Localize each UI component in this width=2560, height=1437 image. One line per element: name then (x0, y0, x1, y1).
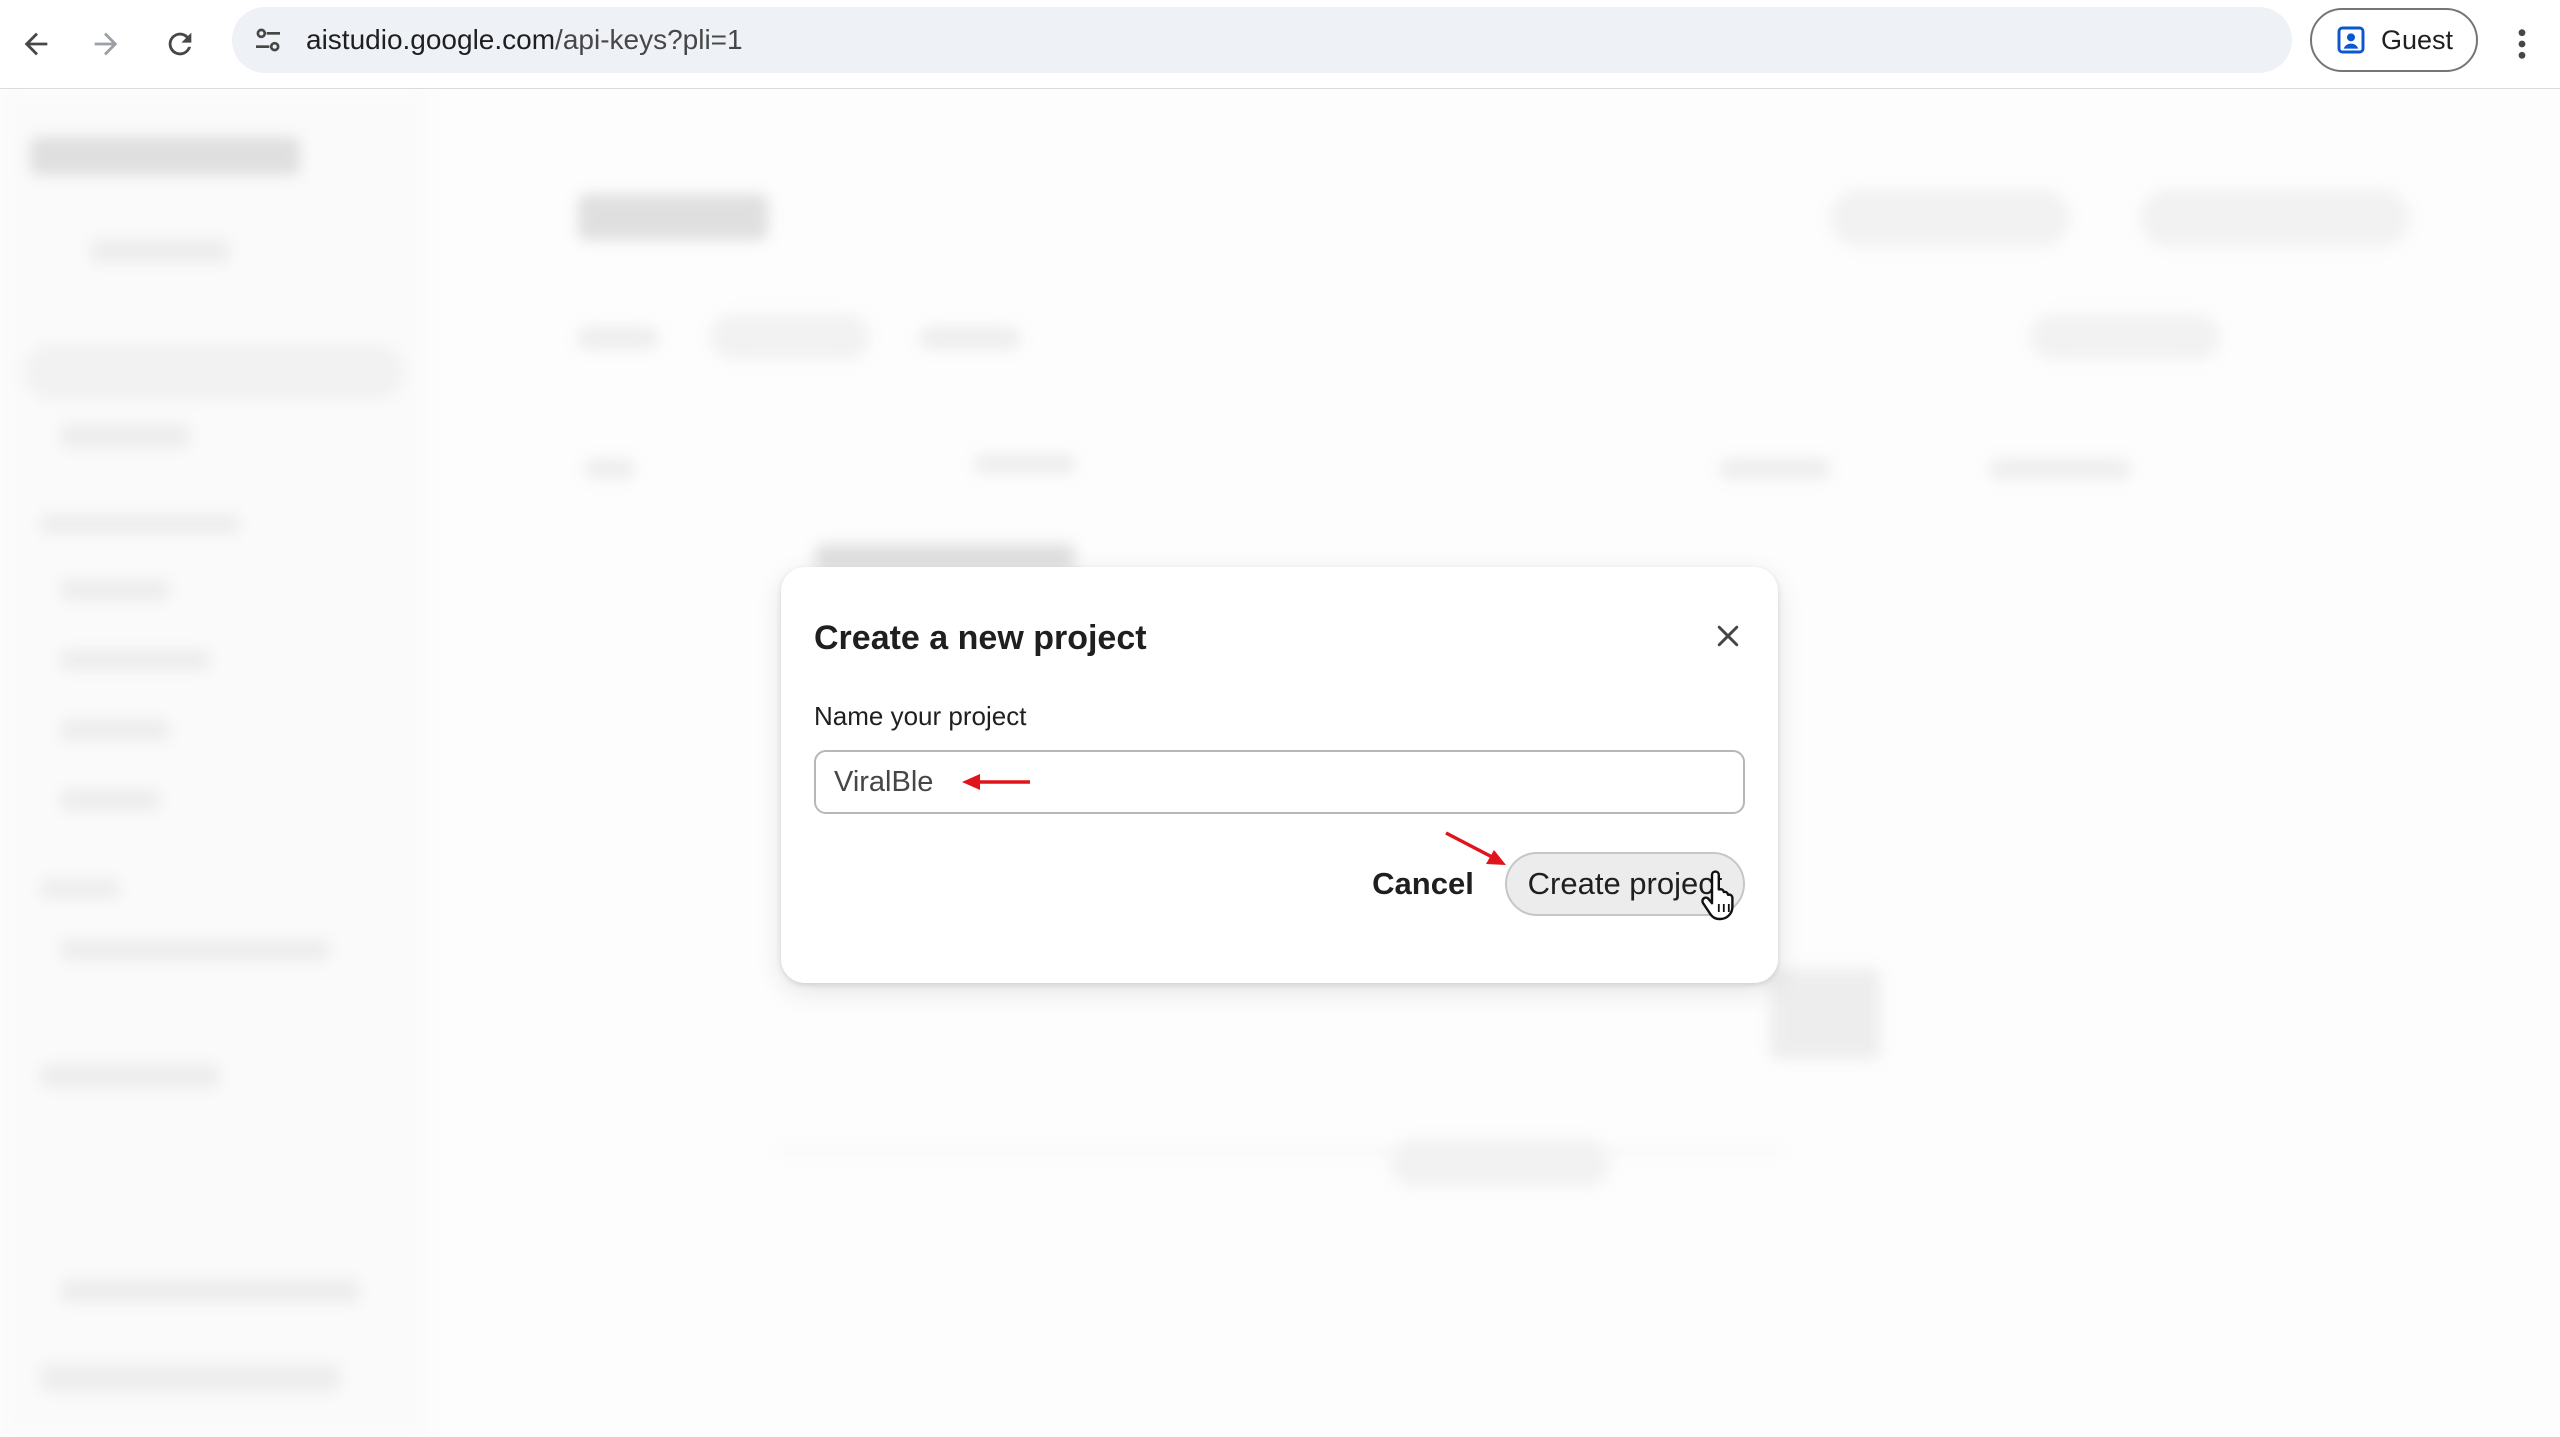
url-path: /api-keys?pli=1 (555, 24, 743, 55)
hand-pointer-icon (1701, 870, 1734, 921)
profile-label: Guest (2380, 24, 2454, 55)
site-info-button[interactable] (246, 18, 290, 62)
project-name-input[interactable] (814, 750, 1745, 814)
arrow-left-icon (24, 32, 48, 56)
dialog-title: Create a new project (814, 619, 1147, 657)
tune-icon (256, 28, 280, 52)
browser-toolbar: aistudio.google.com/api-keys?pli=1 Guest (0, 0, 2560, 89)
reload-button[interactable] (152, 16, 208, 72)
back-button[interactable] (8, 16, 64, 72)
address-bar[interactable]: aistudio.google.com/api-keys?pli=1 (232, 7, 2292, 73)
profile-button[interactable]: Guest (2310, 8, 2478, 72)
forward-button[interactable] (78, 16, 134, 72)
url-text[interactable]: aistudio.google.com/api-keys?pli=1 (306, 7, 743, 73)
close-dialog-button[interactable] (1703, 611, 1753, 661)
close-icon (1717, 625, 1739, 647)
create-project-dialog: Create a new project Name your project C… (781, 567, 1778, 983)
more-vert-icon (2518, 29, 2526, 59)
browser-menu-button[interactable] (2502, 16, 2542, 72)
cancel-button[interactable]: Cancel (1341, 852, 1505, 916)
arrow-right-icon (94, 32, 118, 56)
project-name-label: Name your project (814, 701, 1027, 731)
person-badge-icon (2337, 26, 2365, 54)
reload-icon (168, 32, 192, 56)
url-host: aistudio.google.com (306, 24, 556, 55)
